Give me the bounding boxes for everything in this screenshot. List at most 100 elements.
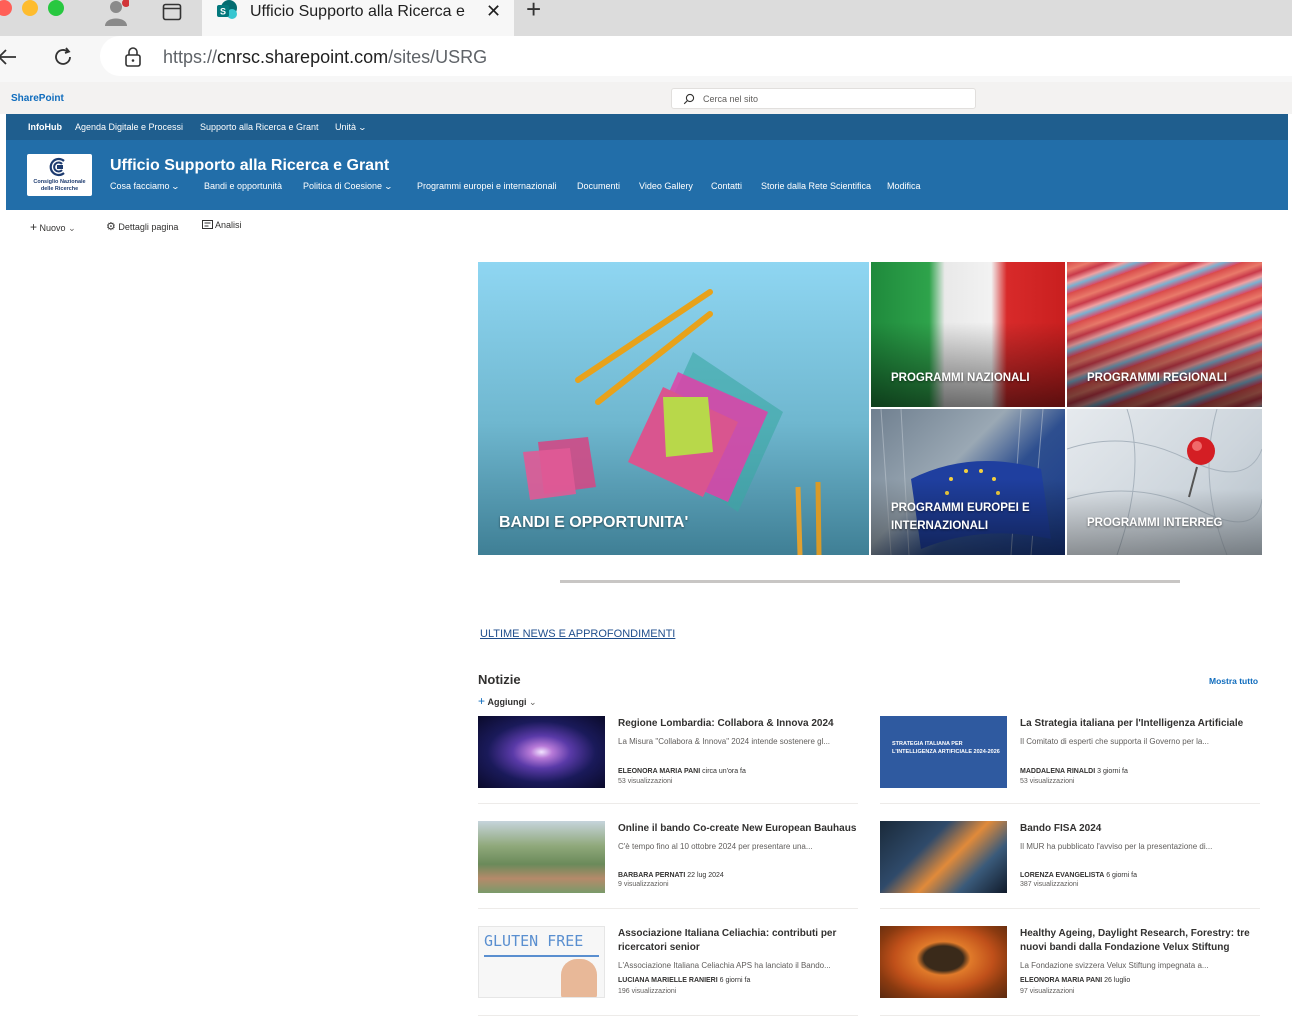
hub-nav-agenda[interactable]: Agenda Digitale e Processi: [75, 122, 183, 132]
back-arrow-icon[interactable]: [0, 46, 18, 68]
url-path: /sites/USRG: [388, 47, 488, 67]
news-title[interactable]: Regione Lombardia: Collabora & Innova 20…: [618, 717, 860, 731]
news-date: 6 giorni fa: [719, 977, 751, 984]
page-details-button[interactable]: ⚙ Dettagli pagina: [106, 220, 178, 233]
news-thumbnail-town: [478, 821, 605, 893]
site-nav-bandi[interactable]: Bandi e opportunità: [204, 181, 282, 191]
site-nav-video[interactable]: Video Gallery: [639, 181, 693, 191]
see-all-link[interactable]: Mostra tutto: [1209, 676, 1258, 686]
thumbnail-text: STRATEGIA ITALIANA PER L'INTELLIGENZA AR…: [892, 741, 1000, 755]
plus-icon: +: [30, 220, 38, 234]
new-tab-icon[interactable]: +: [526, 0, 541, 25]
news-author: BARBARA PERNATI: [618, 872, 686, 879]
news-views: 196 visualizzazioni: [618, 988, 677, 995]
news-item[interactable]: STRATEGIA ITALIANA PER L'INTELLIGENZA AR…: [880, 716, 1262, 804]
news-date: 26 luglio: [1104, 977, 1131, 984]
hub-nav-unita-label: Unità: [335, 122, 357, 132]
hero-tile-regionali[interactable]: PROGRAMMI REGIONALI: [1067, 262, 1262, 407]
news-item[interactable]: Regione Lombardia: Collabora & Innova 20…: [478, 716, 860, 804]
profile-icon[interactable]: [103, 0, 129, 26]
news-thumbnail-strategy: STRATEGIA ITALIANA PER L'INTELLIGENZA AR…: [880, 716, 1007, 788]
news-views: 9 visualizzazioni: [618, 881, 669, 888]
maximize-window-button[interactable]: [48, 0, 64, 16]
news-author: MADDALENA RINALDI: [1020, 768, 1096, 775]
news-item[interactable]: GLUTEN FREE Associazione Italiana Celiac…: [478, 926, 860, 1016]
ultime-news-link[interactable]: ULTIME NEWS E APPROFONDIMENTI: [480, 628, 675, 640]
news-description: C'è tempo fino al 10 ottobre 2024 per pr…: [618, 842, 813, 851]
sharepoint-brand-link[interactable]: SharePoint: [11, 93, 64, 104]
close-window-button[interactable]: [0, 0, 12, 16]
news-separator: [880, 908, 1260, 909]
site-logo[interactable]: Consiglio Nazionale delle Ricerche: [27, 154, 92, 196]
page-details-label: Dettagli pagina: [118, 222, 179, 232]
new-label: Nuovo: [39, 223, 66, 233]
news-description: Il MUR ha pubblicato l'avviso per la pre…: [1020, 842, 1213, 851]
command-bar: + Nuovo ⌄ ⚙ Dettagli pagina Analisi: [0, 214, 1292, 238]
site-nav-politica[interactable]: Politica di Coesione ⌄: [303, 181, 393, 191]
news-title[interactable]: Online il bando Co-create New European B…: [618, 822, 860, 836]
site-nav-modifica[interactable]: Modifica: [887, 181, 921, 191]
news-author: LUCIANA MARIELLE RANIERI: [618, 977, 718, 984]
news-thumbnail-bridge: [880, 926, 1007, 998]
site-search-placeholder: Cerca nel sito: [703, 94, 759, 104]
hero-bandi-image: [523, 289, 822, 555]
news-item[interactable]: Healthy Ageing, Daylight Research, Fores…: [880, 926, 1262, 1016]
reload-icon[interactable]: [52, 46, 74, 68]
news-views: 53 visualizzazioni: [1020, 778, 1075, 785]
news-title[interactable]: Bando FISA 2024: [1020, 822, 1262, 836]
hero-tile-nazionali[interactable]: PROGRAMMI NAZIONALI: [871, 262, 1065, 407]
site-nav-cosa-facciamo[interactable]: Cosa facciamo ⌄: [110, 181, 180, 191]
news-author-line: BARBARA PERNATI 22 lug 2024: [618, 872, 724, 879]
url-host: cnrsc.sharepoint.com: [217, 47, 389, 67]
sharepoint-suite-bar: SharePoint Cerca nel sito: [0, 82, 1292, 114]
hero-label-regionali: PROGRAMMI REGIONALI: [1087, 372, 1227, 384]
url-scheme: https://: [163, 47, 218, 67]
site-title[interactable]: Ufficio Supporto alla Ricerca e Grant: [110, 157, 389, 175]
hub-nav-supporto[interactable]: Supporto alla Ricerca e Grant: [200, 122, 319, 132]
news-item[interactable]: Bando FISA 2024 Il MUR ha pubblicato l'a…: [880, 821, 1262, 909]
browser-tab-active[interactable]: S Ufficio Supporto alla Ricerca e ✕: [202, 0, 514, 36]
news-description: La Misura "Collabora & Innova" 2024 inte…: [618, 737, 831, 746]
sharepoint-favicon-icon: S: [217, 0, 237, 19]
hero-tile-bandi[interactable]: BANDI E OPPORTUNITA': [478, 262, 869, 555]
cnr-logo-icon: [49, 157, 65, 177]
add-news-button[interactable]: + Aggiungi ⌄: [478, 694, 537, 708]
site-nav-contatti[interactable]: Contatti: [711, 181, 742, 191]
news-title[interactable]: La Strategia italiana per l'Intelligenza…: [1020, 717, 1262, 731]
close-tab-icon[interactable]: ✕: [486, 1, 501, 22]
news-item[interactable]: Online il bando Co-create New European B…: [478, 821, 860, 909]
site-nav-documenti[interactable]: Documenti: [577, 181, 620, 191]
chevron-down-icon: ⌄: [357, 123, 367, 132]
news-separator: [880, 1015, 1260, 1016]
thumbnail-underline: [484, 955, 599, 957]
lock-icon[interactable]: [124, 47, 142, 67]
minimize-window-button[interactable]: [22, 0, 38, 16]
new-button[interactable]: + Nuovo ⌄: [30, 220, 76, 234]
news-title[interactable]: Associazione Italiana Celiachia: contrib…: [618, 927, 860, 955]
site-search-input[interactable]: Cerca nel sito: [671, 88, 976, 109]
analytics-button[interactable]: Analisi: [202, 220, 242, 230]
news-date: 22 lug 2024: [687, 872, 724, 879]
chevron-down-icon: ⌄: [68, 223, 76, 233]
browser-tab-bar: S Ufficio Supporto alla Ricerca e ✕ +: [0, 0, 1292, 36]
url-field[interactable]: https://cnrsc.sharepoint.com/sites/USRG: [100, 36, 1292, 76]
news-author-line: MADDALENA RINALDI 3 giorni fa: [1020, 768, 1128, 775]
hub-home-link[interactable]: InfoHub: [28, 122, 62, 132]
news-separator: [478, 1015, 858, 1016]
news-separator: [880, 803, 1260, 804]
site-nav-storie[interactable]: Storie dalla Rete Scientifica: [761, 181, 871, 191]
news-date: 3 giorni fa: [1097, 768, 1128, 775]
address-bar: https://cnrsc.sharepoint.com/sites/USRG: [0, 36, 1292, 82]
hero-tile-europei[interactable]: PROGRAMMI EUROPEI E INTERNAZIONALI: [871, 409, 1065, 555]
hero-tile-interreg[interactable]: PROGRAMMI INTERREG: [1067, 409, 1262, 555]
news-views: 53 visualizzazioni: [618, 778, 673, 785]
analytics-icon: [202, 220, 213, 229]
svg-text:S: S: [220, 7, 226, 17]
news-separator: [478, 803, 858, 804]
news-title[interactable]: Healthy Ageing, Daylight Research, Fores…: [1020, 927, 1262, 955]
news-heading: Notizie: [478, 672, 521, 687]
tab-actions-icon[interactable]: [162, 2, 182, 22]
hub-nav-unita[interactable]: Unità ⌄: [335, 122, 367, 132]
site-nav-programmi[interactable]: Programmi europei e internazionali: [417, 181, 557, 191]
news-thumbnail-galaxy: [478, 716, 605, 788]
